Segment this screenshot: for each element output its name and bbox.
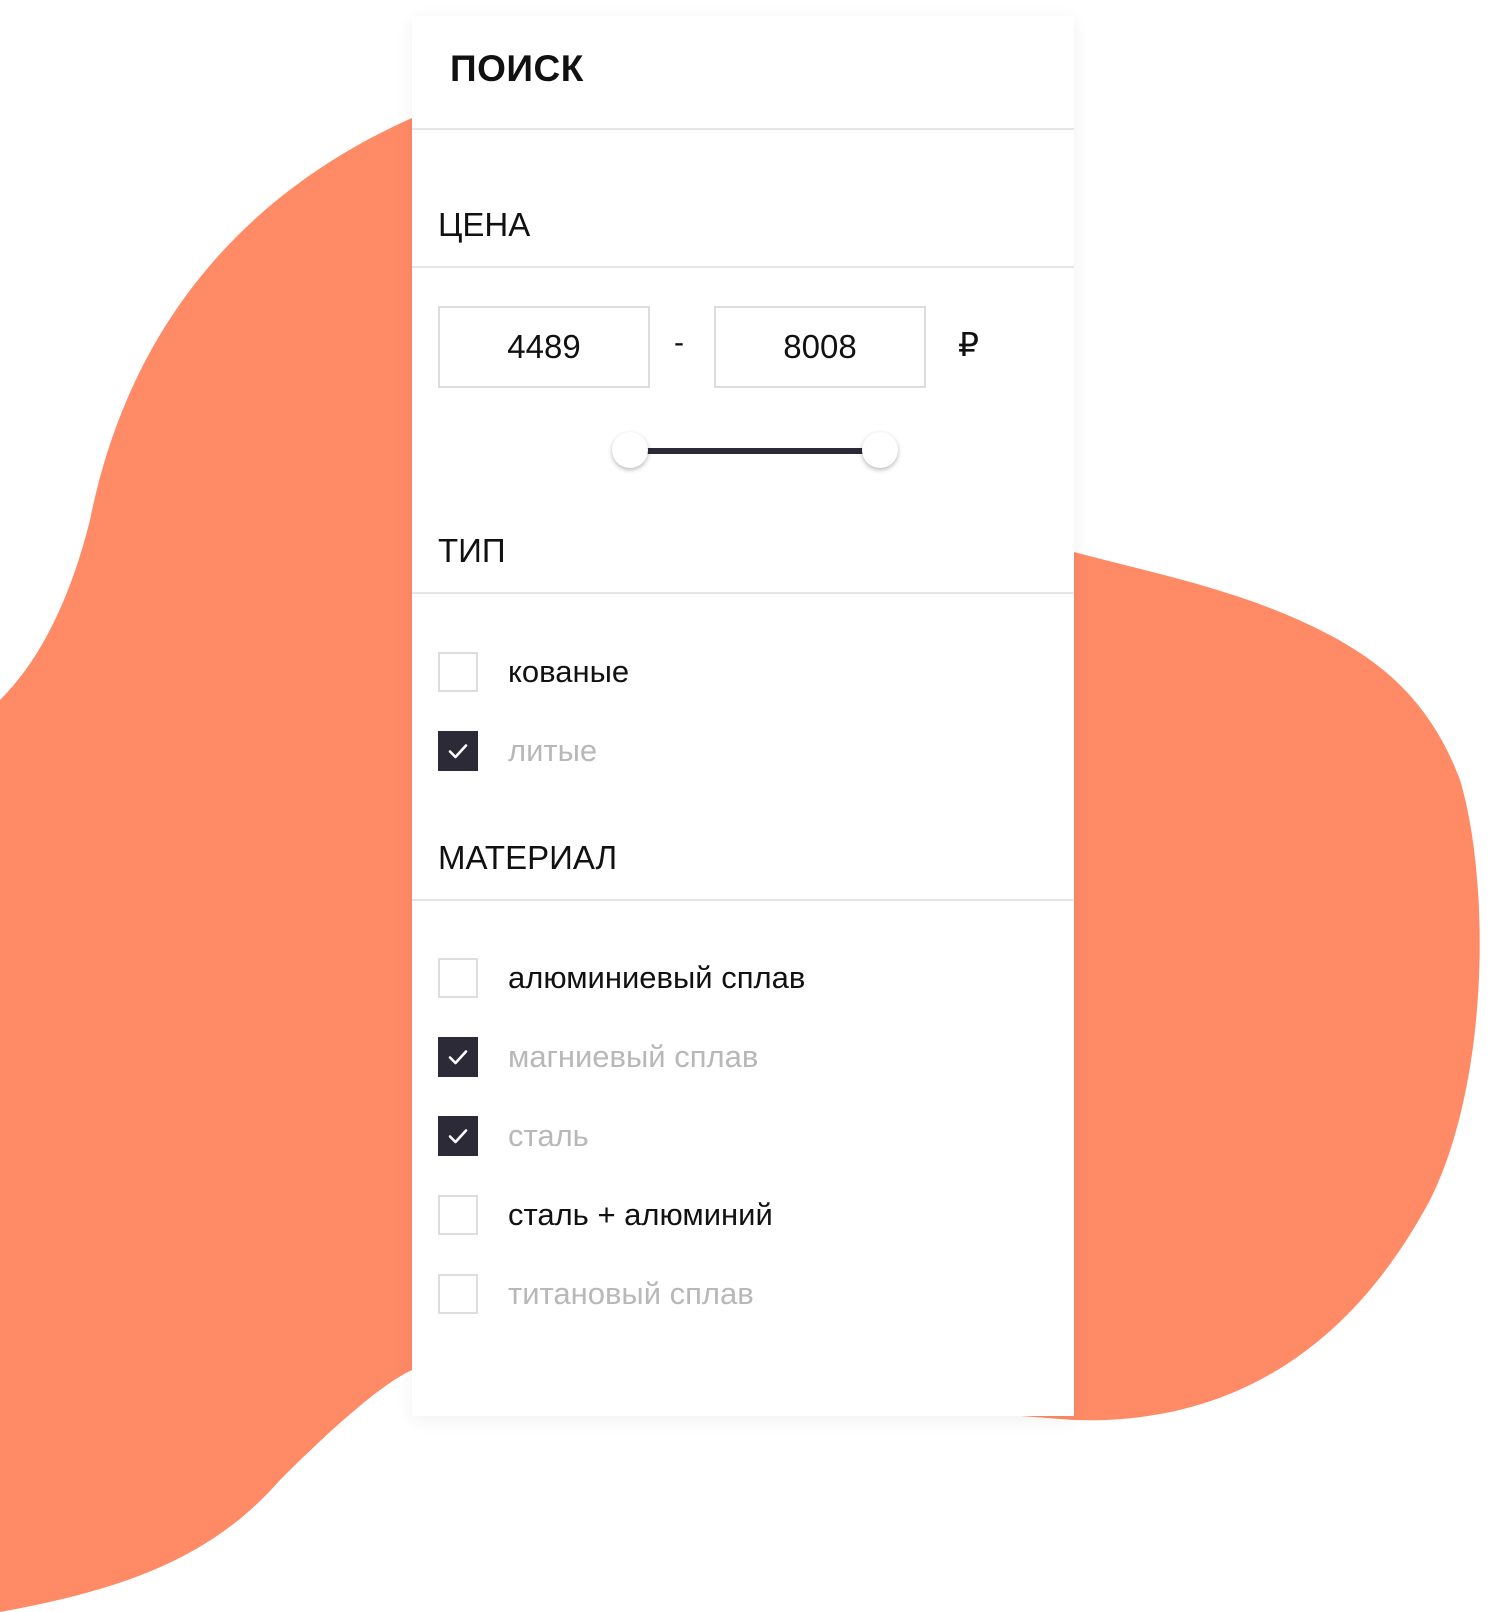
title-divider bbox=[412, 128, 1074, 130]
price-separator: - bbox=[674, 326, 684, 359]
price-range-track[interactable] bbox=[630, 448, 880, 454]
material-option[interactable]: магниевый сплав bbox=[438, 1035, 758, 1079]
material-option-label: магниевый сплав bbox=[508, 1039, 759, 1074]
material-option-label: сталь + алюминий bbox=[508, 1197, 773, 1232]
type-divider bbox=[412, 592, 1074, 594]
material-checkbox-3[interactable] bbox=[438, 1195, 478, 1235]
type-checkbox-1[interactable] bbox=[438, 731, 478, 771]
material-option-label: алюминиевый сплав bbox=[508, 960, 806, 995]
type-option-label: кованые bbox=[508, 654, 630, 689]
material-checkbox-2[interactable] bbox=[438, 1116, 478, 1156]
price-min-input[interactable] bbox=[438, 306, 650, 388]
price-range-min-handle[interactable] bbox=[612, 432, 648, 468]
material-checkbox-0[interactable] bbox=[438, 958, 478, 998]
price-divider bbox=[412, 266, 1074, 268]
material-divider bbox=[412, 899, 1074, 901]
material-option[interactable]: сталь bbox=[438, 1114, 589, 1158]
material-option-label: титановый сплав bbox=[508, 1276, 754, 1311]
price-range-max-handle[interactable] bbox=[862, 432, 898, 468]
search-panel: ПОИСК ЦЕНА - ₽ ТИП кованые литые МАТЕРИА… bbox=[412, 16, 1074, 1416]
material-section-title: МАТЕРИАЛ bbox=[438, 839, 618, 876]
type-checkbox-0[interactable] bbox=[438, 652, 478, 692]
material-checkbox-1[interactable] bbox=[438, 1037, 478, 1077]
material-option[interactable]: алюминиевый сплав bbox=[438, 956, 805, 1000]
check-icon bbox=[448, 744, 468, 759]
type-option[interactable]: литые bbox=[438, 729, 597, 773]
type-section-title: ТИП bbox=[438, 532, 506, 569]
material-option[interactable]: сталь + алюминий bbox=[438, 1193, 773, 1237]
panel-title: ПОИСК bbox=[450, 48, 584, 89]
material-option[interactable]: титановый сплав bbox=[438, 1272, 754, 1316]
price-section-title: ЦЕНА bbox=[438, 206, 531, 243]
price-max-input[interactable] bbox=[714, 306, 926, 388]
check-icon bbox=[448, 1050, 468, 1065]
check-icon bbox=[448, 1129, 468, 1144]
page-background: ПОИСК ЦЕНА - ₽ ТИП кованые литые МАТЕРИА… bbox=[0, 0, 1502, 1612]
currency-symbol: ₽ bbox=[958, 326, 979, 363]
material-checkbox-4[interactable] bbox=[438, 1274, 478, 1314]
type-option-label: литые bbox=[508, 733, 598, 768]
material-option-label: сталь bbox=[508, 1118, 589, 1153]
type-option[interactable]: кованые bbox=[438, 650, 629, 694]
